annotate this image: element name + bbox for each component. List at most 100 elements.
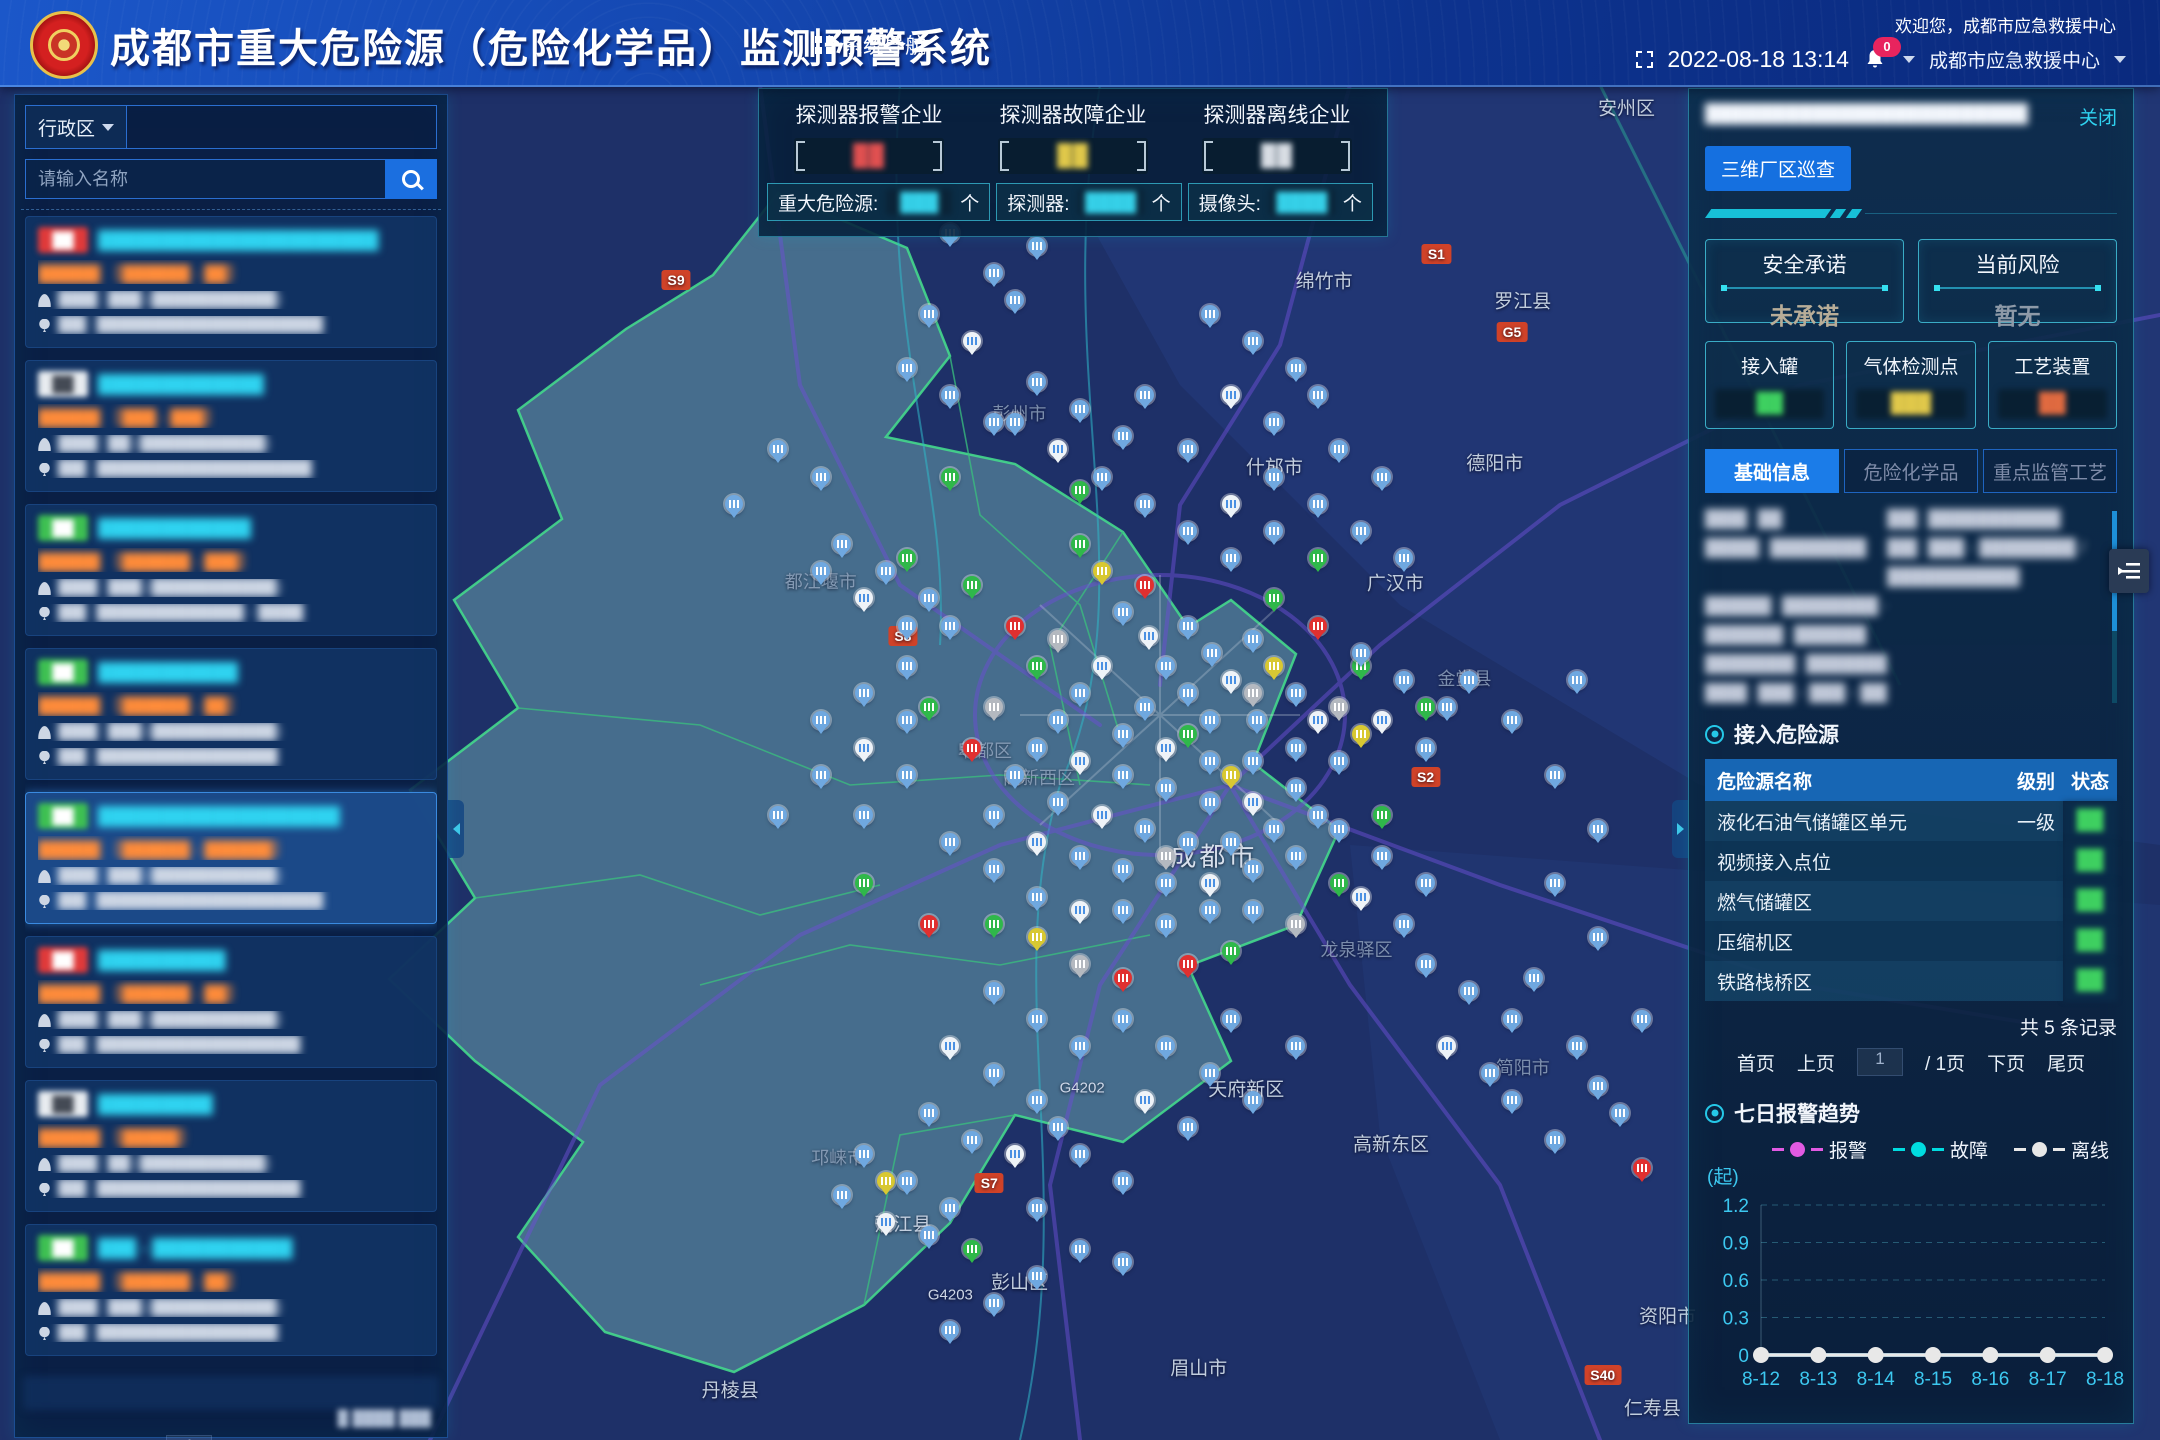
map-marker[interactable] — [1071, 535, 1089, 553]
map-marker[interactable] — [812, 562, 830, 580]
map-marker[interactable] — [1179, 684, 1197, 702]
map-marker[interactable] — [1049, 793, 1067, 811]
map-marker[interactable] — [1309, 495, 1327, 513]
map-marker[interactable] — [1140, 627, 1158, 645]
map-marker[interactable] — [1438, 1037, 1456, 1055]
map-marker[interactable] — [1395, 549, 1413, 567]
map-marker[interactable] — [1373, 847, 1391, 865]
company-list-item[interactable]: ███████████████████▌【██████ - ███】███▌ █… — [25, 504, 437, 636]
map-marker[interactable] — [1244, 630, 1262, 648]
map-marker[interactable] — [833, 1186, 851, 1204]
map-marker[interactable] — [1028, 1091, 1046, 1109]
map-marker[interactable] — [855, 874, 873, 892]
trend-legend-item[interactable]: 离线 — [2014, 1136, 2109, 1163]
map-marker[interactable] — [1093, 806, 1111, 824]
sidebar-collapse-handle[interactable] — [448, 800, 464, 858]
map-marker[interactable] — [1309, 386, 1327, 404]
map-marker[interactable] — [1114, 1253, 1132, 1271]
map-marker[interactable] — [812, 711, 830, 729]
map-marker[interactable] — [1568, 671, 1586, 689]
map-marker[interactable] — [1568, 1037, 1586, 1055]
map-marker[interactable] — [963, 1240, 981, 1258]
trend-legend-item[interactable]: 报警 — [1772, 1136, 1867, 1163]
table-row[interactable]: 压缩机区██ — [1705, 921, 2117, 961]
hz-page-number-input[interactable]: 1 — [1857, 1048, 1903, 1076]
map-marker[interactable] — [920, 915, 938, 933]
map-marker[interactable] — [1373, 468, 1391, 486]
map-marker[interactable] — [941, 1037, 959, 1055]
map-marker[interactable] — [920, 698, 938, 716]
map-marker[interactable] — [1352, 888, 1370, 906]
map-marker[interactable] — [1071, 1240, 1089, 1258]
map-marker[interactable] — [898, 1172, 916, 1190]
company-list-item[interactable]: █████ - ████████████████▌【██████ - ██】██… — [25, 1224, 437, 1356]
map-marker[interactable] — [855, 1145, 873, 1163]
map-marker[interactable] — [1201, 752, 1219, 770]
map-marker[interactable] — [985, 982, 1003, 1000]
page-first-button[interactable]: 首页 — [46, 1436, 84, 1440]
map-marker[interactable] — [1222, 671, 1240, 689]
map-marker[interactable] — [1309, 617, 1327, 635]
map-marker[interactable] — [1179, 725, 1197, 743]
map-marker[interactable] — [1352, 725, 1370, 743]
map-marker[interactable] — [1071, 955, 1089, 973]
map-marker[interactable] — [1546, 766, 1564, 784]
right-panel-collapse-handle[interactable] — [1672, 800, 1688, 858]
hz-page-first-button[interactable]: 首页 — [1737, 1049, 1775, 1076]
map-marker[interactable] — [963, 739, 981, 757]
map-marker[interactable] — [1222, 833, 1240, 851]
map-marker[interactable] — [1114, 766, 1132, 784]
map-marker[interactable] — [1460, 982, 1478, 1000]
map-marker[interactable] — [1157, 779, 1175, 797]
map-marker[interactable] — [920, 1104, 938, 1122]
map-marker[interactable] — [1222, 1010, 1240, 1028]
map-marker[interactable] — [1265, 522, 1283, 540]
map-marker[interactable] — [1157, 1037, 1175, 1055]
map-marker[interactable] — [1417, 698, 1435, 716]
map-marker[interactable] — [1244, 860, 1262, 878]
map-marker[interactable] — [1265, 820, 1283, 838]
map-marker[interactable] — [1114, 860, 1132, 878]
map-marker[interactable] — [855, 806, 873, 824]
map-marker[interactable] — [725, 495, 743, 513]
map-marker[interactable] — [1203, 644, 1221, 662]
company-list-item[interactable]: ████████████████████▌【███ - ███】███▌ ██ … — [25, 360, 437, 492]
map-marker[interactable] — [941, 833, 959, 851]
map-marker[interactable] — [920, 1226, 938, 1244]
map-marker[interactable] — [1179, 1118, 1197, 1136]
map-marker[interactable] — [963, 576, 981, 594]
user-caret-icon[interactable] — [2114, 56, 2126, 63]
map-marker[interactable] — [1330, 698, 1348, 716]
map-marker[interactable] — [1503, 1010, 1521, 1028]
map-marker[interactable] — [1244, 752, 1262, 770]
map-marker[interactable] — [877, 1213, 895, 1231]
map-marker[interactable] — [1028, 833, 1046, 851]
map-marker[interactable] — [1265, 589, 1283, 607]
map-marker[interactable] — [1028, 888, 1046, 906]
map-marker[interactable] — [920, 589, 938, 607]
map-marker[interactable] — [1093, 468, 1111, 486]
map-marker[interactable] — [769, 440, 787, 458]
map-marker[interactable] — [1546, 874, 1564, 892]
bell-caret-icon[interactable] — [1903, 56, 1915, 63]
map-marker[interactable] — [1136, 698, 1154, 716]
page-number-input[interactable]: 1 — [166, 1435, 212, 1440]
map-marker[interactable] — [1460, 671, 1478, 689]
map-marker[interactable] — [1201, 1064, 1219, 1082]
region-filter-dropdown[interactable]: 行政区 — [26, 106, 127, 148]
map-marker[interactable] — [1049, 1118, 1067, 1136]
page-next-button[interactable]: 下页 — [318, 1436, 356, 1440]
hz-page-last-button[interactable]: 尾页 — [2047, 1049, 2085, 1076]
map-marker[interactable] — [1201, 793, 1219, 811]
map-marker[interactable] — [1265, 413, 1283, 431]
map-marker[interactable] — [855, 589, 873, 607]
map-marker[interactable] — [1157, 739, 1175, 757]
map-marker[interactable] — [1395, 915, 1413, 933]
map-marker[interactable] — [1157, 847, 1175, 865]
map-marker[interactable] — [1244, 684, 1262, 702]
map-marker[interactable] — [1503, 711, 1521, 729]
map-marker[interactable] — [1179, 440, 1197, 458]
map-marker[interactable] — [1049, 440, 1067, 458]
map-marker[interactable] — [1611, 1104, 1629, 1122]
map-marker[interactable] — [833, 535, 851, 553]
